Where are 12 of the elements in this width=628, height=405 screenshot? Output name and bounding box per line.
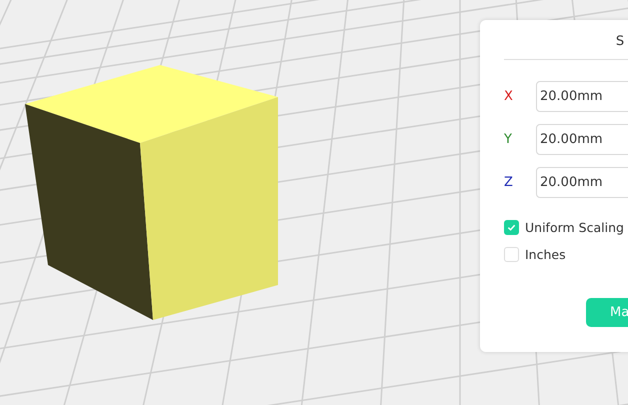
axis-label: X: [504, 89, 514, 104]
axis-label: Y: [504, 132, 513, 147]
checkmark-icon: [507, 223, 516, 232]
size-input[interactable]: 20.00mm: [536, 81, 628, 112]
option-label: Inches: [525, 247, 566, 262]
size-input[interactable]: 20.00mm: [536, 124, 628, 155]
axis-label: Z: [504, 175, 514, 190]
panel-title: S: [504, 20, 628, 60]
size-input[interactable]: 20.00mm: [536, 167, 628, 198]
checkbox[interactable]: [504, 220, 519, 235]
checkbox[interactable]: [504, 247, 519, 262]
option-label: Uniform Scaling: [525, 220, 624, 235]
